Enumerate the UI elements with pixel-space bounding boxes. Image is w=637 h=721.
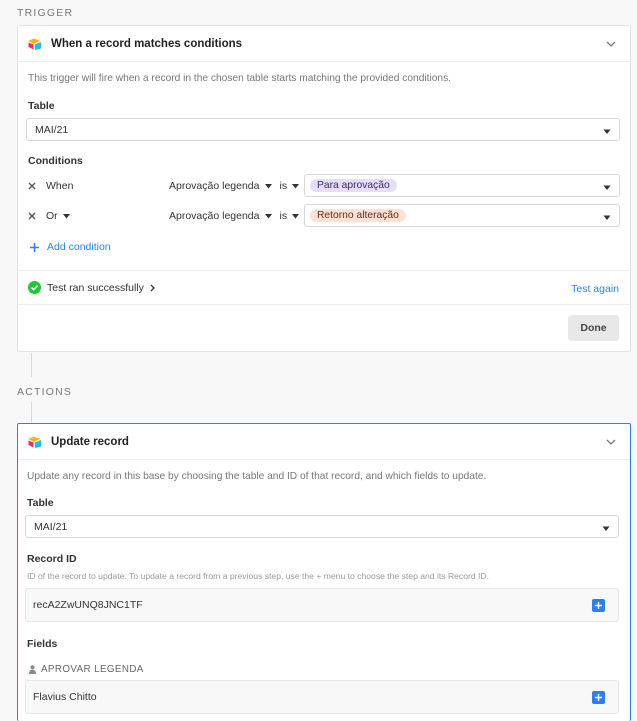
chevron-down-icon[interactable] xyxy=(604,435,618,449)
action-table-label: Table xyxy=(27,497,54,509)
record-id-field[interactable]: recA2ZwUNQ8JNC1TF xyxy=(25,588,619,622)
condition-row: When Aprovação legenda is Para aprovação xyxy=(28,174,620,197)
record-id-help: ID of the record to update. To update a … xyxy=(27,571,490,581)
condition-operator-label: is xyxy=(279,209,288,222)
caret-down-icon xyxy=(264,180,272,192)
field-name-text: APROVAR LEGENDA xyxy=(41,664,144,675)
done-button[interactable]: Done xyxy=(568,315,619,341)
condition-field-select[interactable]: Aprovação legenda xyxy=(169,210,272,222)
remove-condition-icon[interactable] xyxy=(28,212,36,220)
caret-down-icon xyxy=(603,182,611,194)
condition-operator-select[interactable]: is xyxy=(280,180,300,192)
divider xyxy=(18,304,630,305)
field-name-label: APROVAR LEGENDA xyxy=(29,664,144,675)
caret-down-icon xyxy=(603,126,611,138)
condition-conjunction: Or xyxy=(46,209,58,222)
action-table-select[interactable]: MAI/21 xyxy=(25,515,619,538)
actions-section-label: ACTIONS xyxy=(17,386,73,398)
test-status-text: Test ran successfully xyxy=(47,281,144,294)
condition-field-select[interactable]: Aprovação legenda xyxy=(169,180,272,192)
add-condition-label: Add condition xyxy=(47,241,111,253)
divider xyxy=(18,270,630,271)
record-id-value: recA2ZwUNQ8JNC1TF xyxy=(33,599,143,611)
action-card-header[interactable]: Update record xyxy=(18,424,630,460)
condition-field-label: Aprovação legenda xyxy=(169,209,260,222)
flow-connector xyxy=(31,402,32,422)
airtable-logo-icon xyxy=(28,38,42,50)
user-icon xyxy=(29,665,36,674)
trigger-table-label: Table xyxy=(28,100,55,112)
field-value: Flavius Chitto xyxy=(33,691,97,703)
airtable-logo-icon xyxy=(28,436,42,448)
condition-row: Or Aprovação legenda is Retorno alteraçã… xyxy=(28,204,620,227)
conditions-label: Conditions xyxy=(28,155,83,167)
trigger-description: This trigger will fire when a record in … xyxy=(28,73,451,84)
add-condition-button[interactable]: Add condition xyxy=(30,241,111,253)
chevron-right-icon xyxy=(150,284,155,292)
test-again-link[interactable]: Test again xyxy=(571,283,619,295)
action-description: Update any record in this base by choosi… xyxy=(27,471,487,482)
condition-operator-select[interactable]: is xyxy=(280,210,300,222)
chevron-down-icon[interactable] xyxy=(604,37,618,51)
action-title: Update record xyxy=(51,435,129,448)
caret-down-icon xyxy=(62,210,70,222)
condition-conjunction-select[interactable]: Or xyxy=(46,210,169,222)
condition-value-pill: Para aprovação xyxy=(310,179,397,192)
plus-icon xyxy=(30,242,39,252)
field-value-input[interactable]: Flavius Chitto xyxy=(25,680,619,714)
condition-value-pill: Retorno alteração xyxy=(310,209,406,222)
plus-icon xyxy=(595,694,602,701)
plus-icon xyxy=(595,602,602,609)
caret-down-icon xyxy=(602,523,610,535)
caret-down-icon xyxy=(292,210,300,222)
trigger-title: When a record matches conditions xyxy=(51,37,243,50)
action-table-value: MAI/21 xyxy=(34,520,68,533)
trigger-card-header[interactable]: When a record matches conditions xyxy=(18,26,630,62)
fields-label: Fields xyxy=(27,638,58,650)
trigger-section-label: TRIGGER xyxy=(17,7,74,19)
condition-operator-label: is xyxy=(279,179,288,192)
remove-condition-icon[interactable] xyxy=(28,182,36,190)
record-id-label: Record ID xyxy=(27,553,77,565)
trigger-card: When a record matches conditions This tr… xyxy=(17,25,631,352)
condition-value-select[interactable]: Retorno alteração xyxy=(304,204,620,227)
flow-connector xyxy=(31,353,32,377)
add-token-button[interactable] xyxy=(592,599,605,612)
trigger-table-select[interactable]: MAI/21 xyxy=(26,118,620,141)
test-status[interactable]: Test ran successfully xyxy=(28,281,155,294)
trigger-table-value: MAI/21 xyxy=(35,123,69,136)
add-token-button[interactable] xyxy=(592,691,605,704)
condition-value-select[interactable]: Para aprovação xyxy=(304,174,620,197)
condition-field-label: Aprovação legenda xyxy=(169,179,260,192)
caret-down-icon xyxy=(603,212,611,224)
condition-conjunction: When xyxy=(46,179,74,192)
caret-down-icon xyxy=(264,210,272,222)
check-circle-icon xyxy=(28,281,41,294)
caret-down-icon xyxy=(292,180,300,192)
